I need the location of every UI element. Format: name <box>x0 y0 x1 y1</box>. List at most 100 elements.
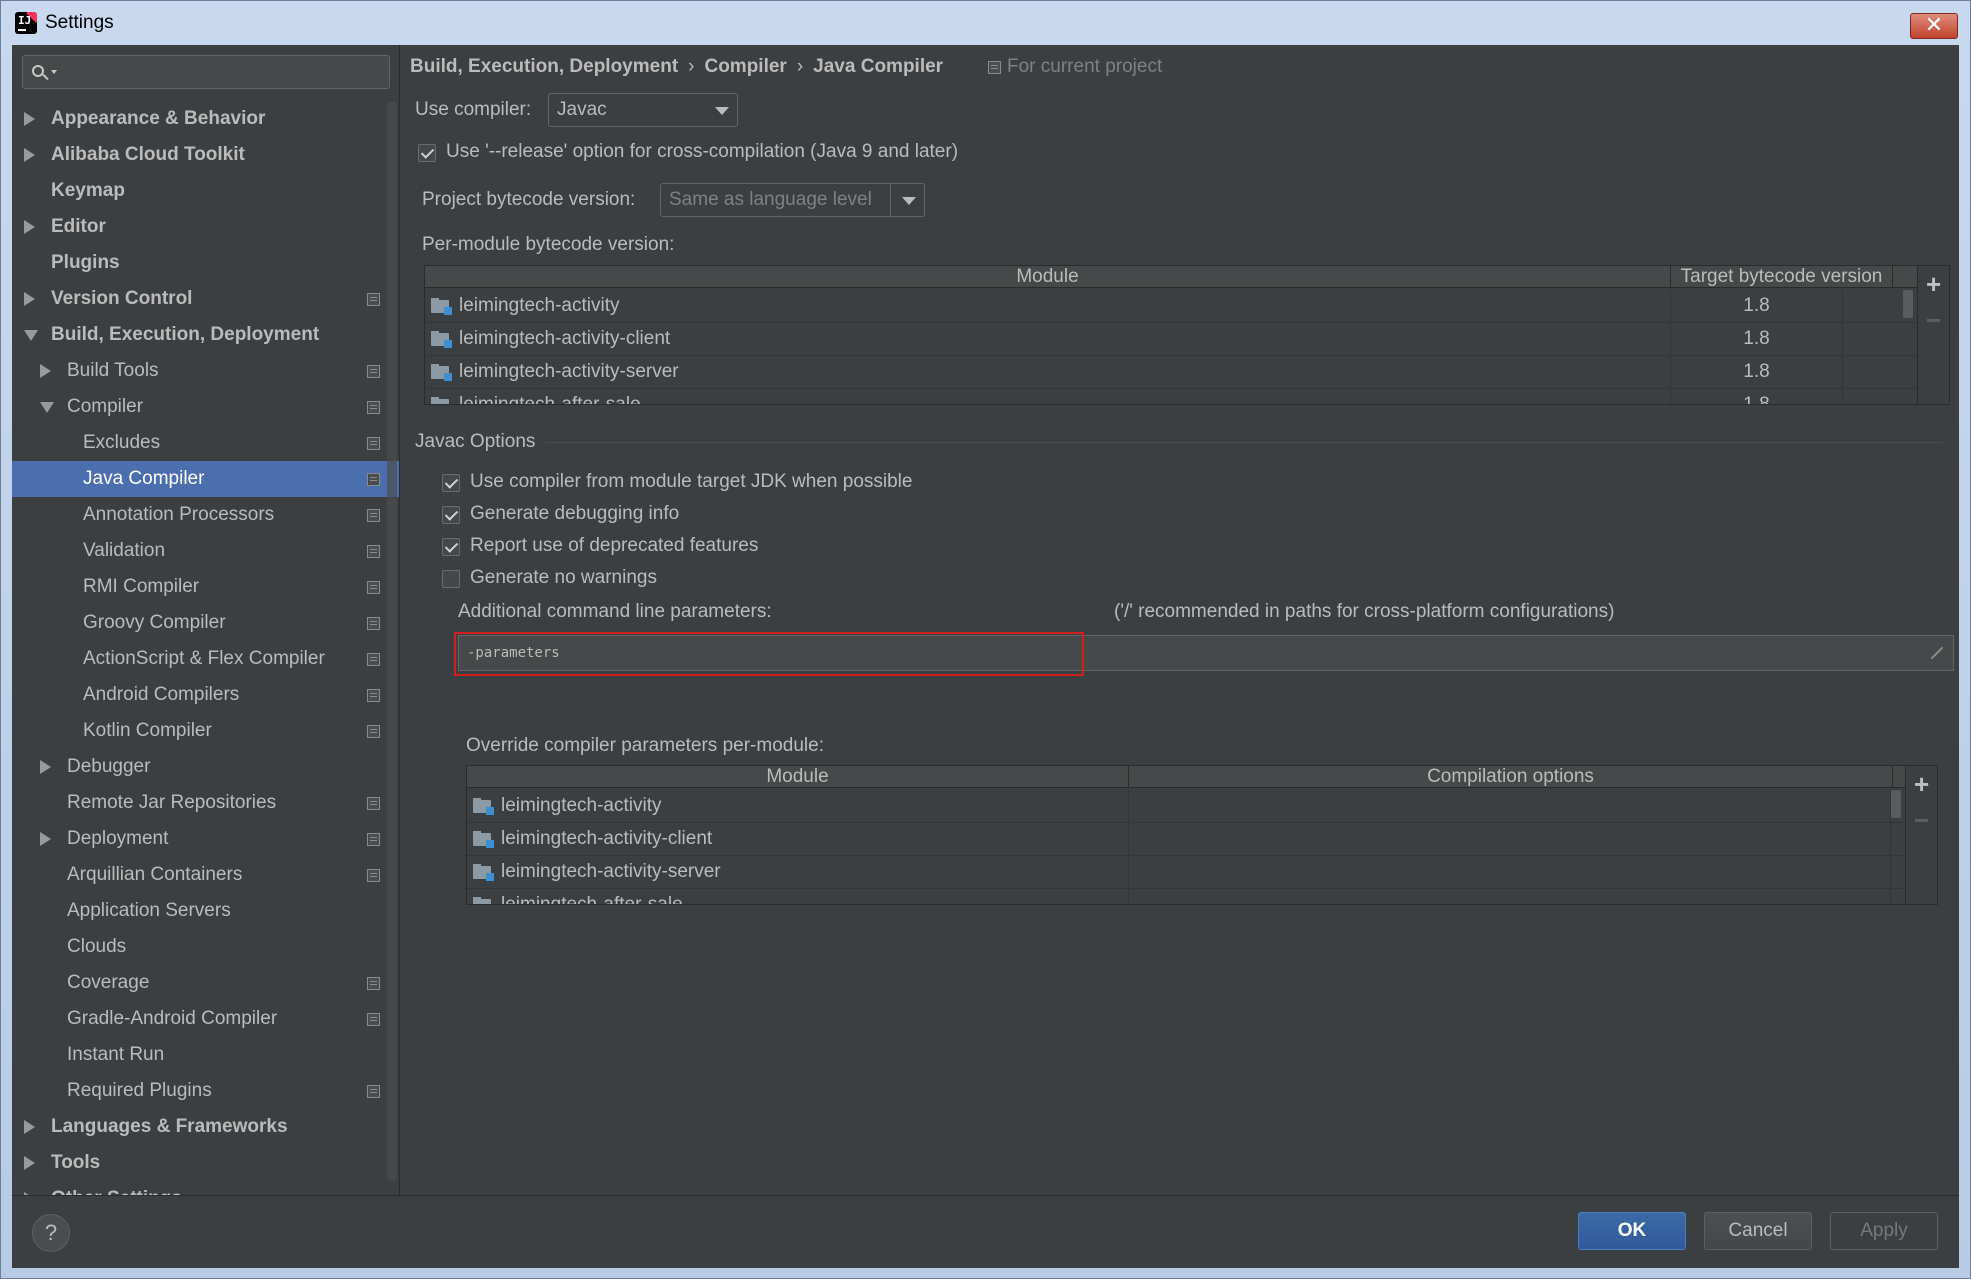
sidebar-item-actionscript-flex-compiler[interactable]: ActionScript & Flex Compiler <box>12 641 399 677</box>
chevron-right-icon[interactable] <box>24 1156 35 1170</box>
option-label: Generate no warnings <box>470 567 657 588</box>
sidebar-item-debugger[interactable]: Debugger <box>12 749 399 785</box>
module-cell: leimingtech-activity-client <box>467 822 1129 856</box>
sidebar-item-remote-jar-repositories[interactable]: Remote Jar Repositories <box>12 785 399 821</box>
sidebar-item-groovy-compiler[interactable]: Groovy Compiler <box>12 605 399 641</box>
option-checkbox[interactable] <box>442 538 460 556</box>
sidebar-item-version-control[interactable]: Version Control <box>12 281 399 317</box>
sidebar-item-clouds[interactable]: Clouds <box>12 929 399 965</box>
sidebar-item-android-compilers[interactable]: Android Compilers <box>12 677 399 713</box>
cancel-button[interactable]: Cancel <box>1704 1212 1812 1250</box>
chevron-down-icon[interactable] <box>40 401 54 413</box>
project-scope-icon <box>367 1012 380 1026</box>
chevron-down-icon[interactable] <box>24 329 38 341</box>
table-row[interactable]: leimingtech-after-sale 1.8 <box>425 388 1917 404</box>
sidebar-item-instant-run[interactable]: Instant Run <box>12 1037 399 1073</box>
sidebar-item-label: RMI Compiler <box>83 576 200 597</box>
sidebar-item-languages-frameworks[interactable]: Languages & Frameworks <box>12 1109 399 1145</box>
ok-button[interactable]: OK <box>1578 1212 1686 1250</box>
sidebar-item-label: Other Settings <box>51 1188 182 1195</box>
sidebar-item-rmi-compiler[interactable]: RMI Compiler <box>12 569 399 605</box>
chevron-right-icon[interactable] <box>40 760 51 774</box>
module-folder-icon <box>473 897 493 904</box>
sidebar-item-deployment[interactable]: Deployment <box>12 821 399 857</box>
use-compiler-select[interactable]: Javac <box>548 93 738 127</box>
add-module-button[interactable]: + <box>1926 271 1941 297</box>
use-compiler-value: Javac <box>557 99 607 120</box>
sidebar-item-gradle-android-compiler[interactable]: Gradle-Android Compiler <box>12 1001 399 1037</box>
chevron-right-icon[interactable] <box>24 1120 35 1134</box>
table-row[interactable]: leimingtech-after-sale <box>467 888 1905 904</box>
remove-override-button[interactable]: − <box>1914 807 1929 833</box>
sidebar-item-build-tools[interactable]: Build Tools <box>12 353 399 389</box>
sidebar-item-tools[interactable]: Tools <box>12 1145 399 1181</box>
table-row[interactable]: leimingtech-activity-client <box>467 822 1905 856</box>
option-checkbox[interactable] <box>442 506 460 524</box>
settings-search-input[interactable] <box>22 55 390 89</box>
dialog-footer: ? OK Cancel Apply <box>12 1195 1959 1268</box>
table-row[interactable]: leimingtech-activity <box>467 789 1905 823</box>
sidebar-item-compiler[interactable]: Compiler <box>12 389 399 425</box>
sidebar-item-java-compiler[interactable]: Java Compiler <box>12 461 399 497</box>
sidebar-item-required-plugins[interactable]: Required Plugins <box>12 1073 399 1109</box>
chevron-right-icon[interactable] <box>40 832 51 846</box>
sidebar-item-application-servers[interactable]: Application Servers <box>12 893 399 929</box>
project-bytecode-select[interactable]: Same as language level <box>660 183 925 217</box>
java-compiler-panel: Build, Execution, Deployment › Compiler … <box>410 45 1959 1195</box>
chevron-right-icon[interactable] <box>24 148 35 162</box>
sidebar-item-alibaba-cloud-toolkit[interactable]: Alibaba Cloud Toolkit <box>12 137 399 173</box>
sidebar-item-appearance-behavior[interactable]: Appearance & Behavior <box>12 101 399 137</box>
chevron-right-icon[interactable] <box>24 220 35 234</box>
chevron-right-icon[interactable] <box>24 292 35 306</box>
sidebar-item-annotation-processors[interactable]: Annotation Processors <box>12 497 399 533</box>
column-header-target-version[interactable]: Target bytecode version <box>1671 266 1893 288</box>
sidebar-item-label: Build Tools <box>67 360 159 381</box>
module-folder-icon <box>473 864 494 881</box>
option-checkbox[interactable] <box>442 474 460 492</box>
sidebar-item-excludes[interactable]: Excludes <box>12 425 399 461</box>
add-override-button[interactable]: + <box>1914 771 1929 797</box>
release-option-checkbox[interactable] <box>418 144 436 162</box>
option-checkbox[interactable] <box>442 570 460 588</box>
sidebar-item-label: Appearance & Behavior <box>51 108 266 129</box>
table-row[interactable]: leimingtech-activity-server <box>467 855 1905 889</box>
option-label: Generate debugging info <box>470 503 680 524</box>
override-params-label: Override compiler parameters per-module: <box>466 735 824 756</box>
chevron-right-icon[interactable] <box>40 364 51 378</box>
sidebar-item-validation[interactable]: Validation <box>12 533 399 569</box>
sidebar-item-other-settings[interactable]: Other Settings <box>12 1181 399 1195</box>
table-row[interactable]: leimingtech-activity 1.8 <box>425 289 1917 323</box>
table-row[interactable]: leimingtech-activity-server 1.8 <box>425 355 1917 389</box>
sidebar-item-plugins[interactable]: Plugins <box>12 245 399 281</box>
sidebar-item-build-execution-deployment[interactable]: Build, Execution, Deployment <box>12 317 399 353</box>
sidebar-item-label: Instant Run <box>67 1044 165 1065</box>
column-header-module[interactable]: Module <box>425 266 1671 288</box>
apply-button[interactable]: Apply <box>1830 1212 1938 1250</box>
table-scrollbar[interactable] <box>1891 790 1901 818</box>
help-button[interactable]: ? <box>32 1214 70 1252</box>
project-bytecode-label: Project bytecode version: <box>422 189 636 210</box>
project-scope-icon <box>367 616 380 630</box>
target-version-cell: 1.8 <box>1671 322 1843 356</box>
table-scrollbar[interactable] <box>1903 290 1913 318</box>
expand-icon[interactable] <box>1927 644 1945 662</box>
remove-module-button[interactable]: − <box>1926 307 1941 333</box>
sidebar-item-label: Version Control <box>51 288 193 309</box>
column-header-compilation-options[interactable]: Compilation options <box>1129 766 1893 788</box>
compilation-options-cell <box>1129 888 1891 904</box>
project-scope-icon <box>988 60 1001 74</box>
sidebar-item-label: Languages & Frameworks <box>51 1116 288 1137</box>
column-header-module[interactable]: Module <box>467 766 1129 788</box>
sidebar-item-editor[interactable]: Editor <box>12 209 399 245</box>
module-folder-icon <box>431 397 451 404</box>
sidebar-item-label: Gradle-Android Compiler <box>67 1008 278 1029</box>
sidebar-scrollbar[interactable] <box>387 101 397 1181</box>
close-button[interactable]: ✕ <box>1910 13 1958 39</box>
sidebar-item-coverage[interactable]: Coverage <box>12 965 399 1001</box>
sidebar-item-kotlin-compiler[interactable]: Kotlin Compiler <box>12 713 399 749</box>
sidebar-item-keymap[interactable]: Keymap <box>12 173 399 209</box>
chevron-right-icon[interactable] <box>24 112 35 126</box>
title-bar: IJ Settings ✕ <box>1 1 1970 45</box>
table-row[interactable]: leimingtech-activity-client 1.8 <box>425 322 1917 356</box>
sidebar-item-arquillian-containers[interactable]: Arquillian Containers <box>12 857 399 893</box>
